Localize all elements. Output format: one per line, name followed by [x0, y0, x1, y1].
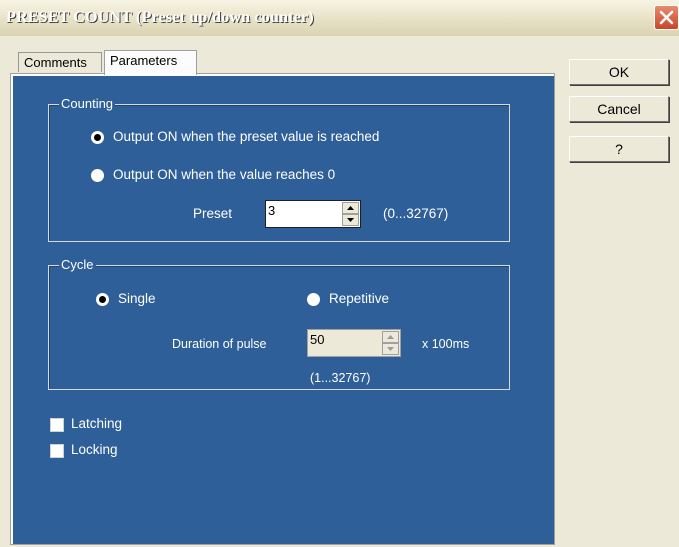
duration-unit: x 100ms: [422, 337, 470, 351]
preset-range: (0...32767): [383, 206, 449, 221]
window-title: PRESET COUNT (Preset up/down counter): [6, 9, 314, 26]
output-on-preset-label[interactable]: Output ON when the preset value is reach…: [113, 129, 379, 144]
triangle-up-icon: [387, 335, 394, 339]
locking-label[interactable]: Locking: [71, 442, 118, 457]
close-x-icon: [659, 10, 674, 25]
triangle-down-icon: [387, 347, 394, 351]
duration-spin-down-button[interactable]: [382, 343, 399, 355]
duration-spinner: [382, 331, 399, 355]
repetitive-label[interactable]: Repetitive: [329, 291, 389, 306]
duration-input[interactable]: [310, 332, 368, 347]
preset-spin-up-button[interactable]: [342, 202, 359, 214]
preset-spinner: [342, 202, 359, 226]
tab-parameters-label: Parameters: [110, 53, 178, 68]
locking-checkbox[interactable]: [50, 444, 64, 458]
preset-label: Preset: [193, 206, 233, 221]
duration-spin-up-button[interactable]: [382, 331, 399, 343]
tab-comments-label: Comments: [24, 55, 87, 70]
triangle-up-icon: [347, 206, 354, 210]
repetitive-radio[interactable]: [307, 293, 320, 306]
preset-input[interactable]: [268, 203, 326, 218]
radio-selected-dot: [94, 134, 101, 141]
duration-label: Duration of pulse: [172, 337, 267, 351]
cycle-group: Cycle: [48, 257, 510, 390]
tab-parameters[interactable]: Parameters: [104, 50, 197, 75]
single-radio[interactable]: [96, 293, 109, 306]
tab-comments[interactable]: Comments: [18, 52, 102, 72]
counting-group-title: Counting: [59, 96, 116, 111]
duration-spinbox[interactable]: [307, 329, 401, 357]
close-button[interactable]: [654, 5, 679, 30]
output-on-preset-radio[interactable]: [91, 131, 104, 144]
preset-spin-down-button[interactable]: [342, 214, 359, 226]
duration-range: (1...32767): [310, 371, 371, 385]
output-on-zero-radio[interactable]: [91, 169, 104, 182]
output-on-zero-label[interactable]: Output ON when the value reaches 0: [113, 167, 335, 182]
preset-spinbox[interactable]: [265, 200, 361, 228]
latching-checkbox[interactable]: [50, 418, 64, 432]
title-bar: PRESET COUNT (Preset up/down counter): [0, 0, 679, 36]
ok-button[interactable]: OK: [569, 59, 669, 85]
help-button[interactable]: ?: [569, 136, 669, 162]
radio-selected-dot: [99, 296, 106, 303]
latching-label[interactable]: Latching: [71, 416, 122, 431]
cycle-group-title: Cycle: [59, 257, 96, 272]
triangle-down-icon: [347, 218, 354, 222]
cancel-button[interactable]: Cancel: [569, 96, 669, 122]
single-label[interactable]: Single: [118, 291, 156, 306]
